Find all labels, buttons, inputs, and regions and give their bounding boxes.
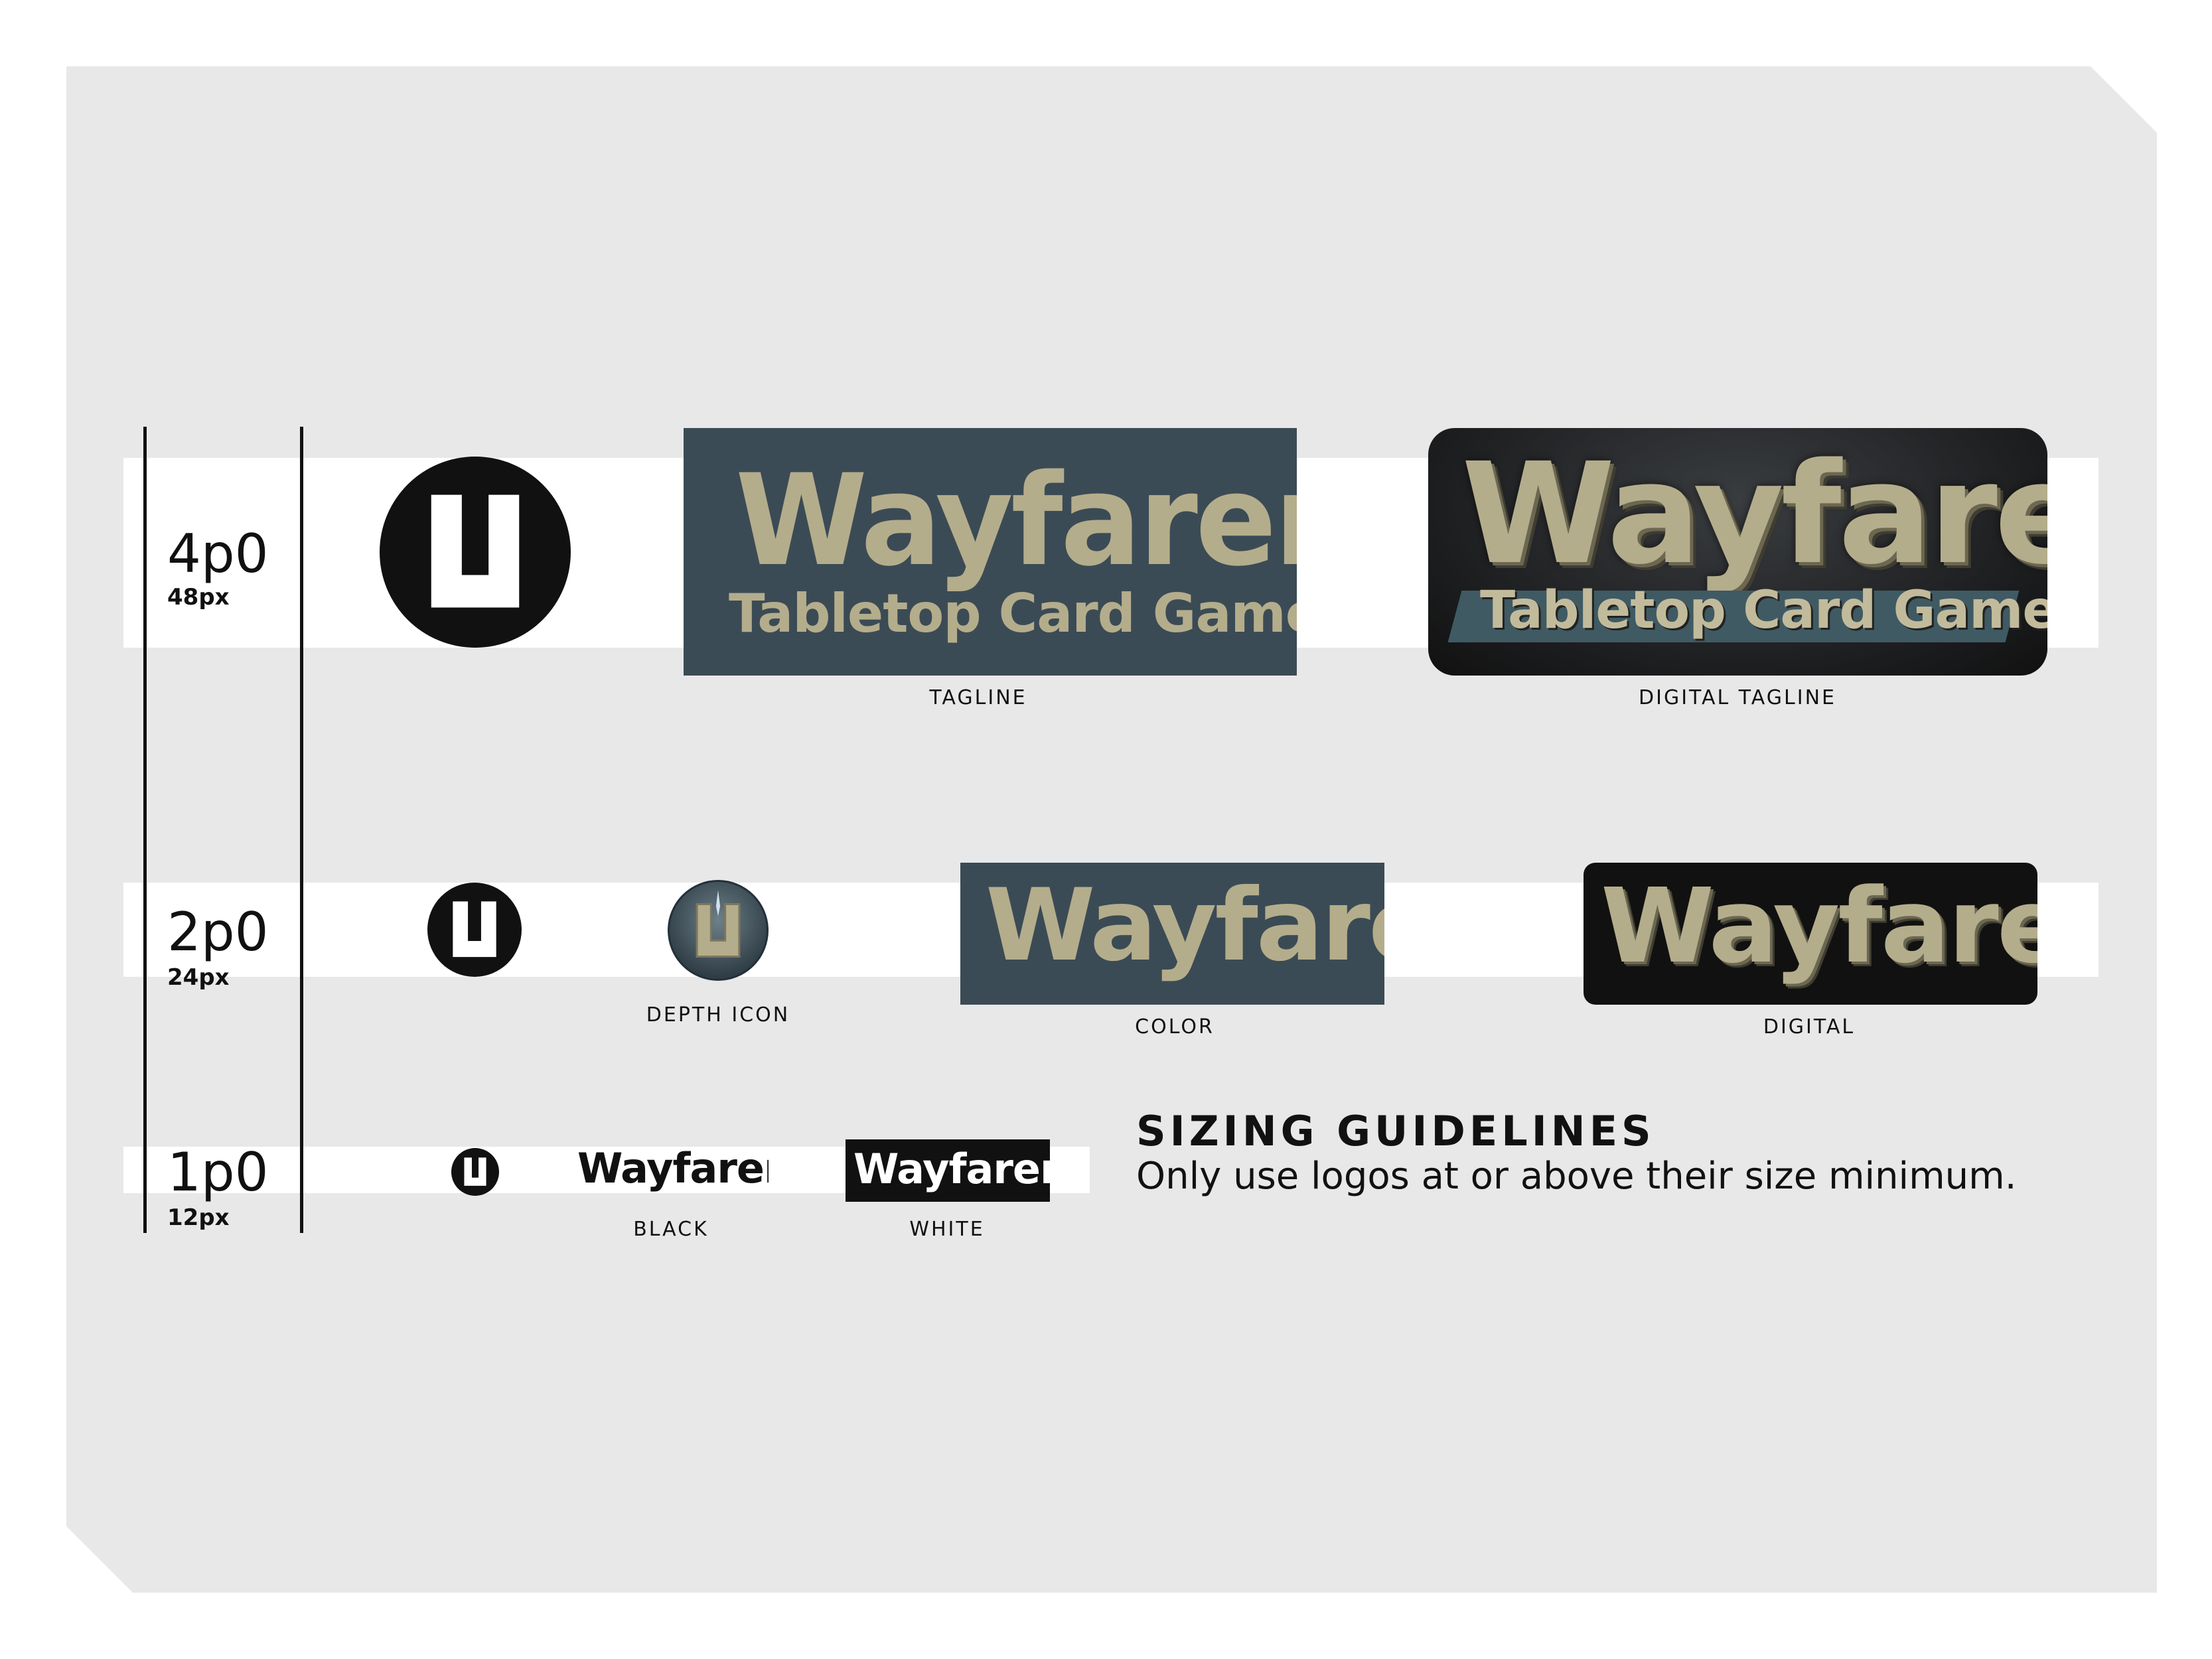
caption-black: BLACK: [633, 1218, 709, 1241]
icon-logo-large: [380, 457, 571, 648]
icon-logo-medium: [427, 883, 522, 977]
caption-white: WHITE: [909, 1218, 985, 1241]
logo-digital-tagline-subtitle: Tabletop Card Game: [1480, 581, 2047, 640]
size-label-4p0: 4p0: [167, 523, 269, 585]
size-px-48: 48px: [167, 584, 230, 611]
logo-tagline-subtitle: Tabletop Card Game: [729, 583, 1297, 644]
guidelines-body: Only use logos at or above their size mi…: [1136, 1155, 2017, 1198]
logo-digital-tagline: Wayfarer Tabletop Card Game: [1428, 428, 2047, 676]
logo-tagline-wordmark: Wayfarer: [735, 447, 1297, 594]
size-px-24: 24px: [167, 964, 230, 991]
guidelines-title: SIZING GUIDELINES: [1136, 1107, 1655, 1155]
size-rule-right: [300, 427, 303, 1233]
logo-color-wordmark: Wayfarer: [986, 868, 1384, 983]
size-rule-left: [143, 427, 147, 1233]
logo-color: Wayfarer: [960, 863, 1384, 1005]
logo-digital-wordmark: Wayfarer: [1601, 866, 2037, 986]
icon-depth: [668, 880, 769, 981]
size-label-1p0: 1p0: [167, 1141, 269, 1203]
caption-color: COLOR: [1135, 1015, 1215, 1039]
logo-black: Wayfarer: [576, 1147, 769, 1193]
caption-digital-tagline: DIGITAL TAGLINE: [1638, 686, 1837, 709]
artboard: [66, 66, 2157, 1593]
size-label-2p0: 2p0: [167, 901, 269, 963]
logo-black-wordmark: Wayfarer: [577, 1147, 769, 1192]
logo-tagline: Wayfarer Tabletop Card Game: [684, 428, 1297, 676]
logo-digital-tagline-wordmark: Wayfarer: [1461, 433, 2047, 595]
logo-digital: Wayfarer: [1584, 863, 2037, 1005]
logo-white-wordmark: Wayfarer: [853, 1145, 1050, 1193]
caption-tagline: TAGLINE: [929, 686, 1027, 709]
size-px-12: 12px: [167, 1204, 230, 1231]
logo-white: Wayfarer: [846, 1139, 1050, 1202]
icon-logo-small: [451, 1148, 499, 1196]
caption-digital: DIGITAL: [1763, 1015, 1856, 1039]
caption-depth-icon: DEPTH ICON: [646, 1003, 790, 1027]
